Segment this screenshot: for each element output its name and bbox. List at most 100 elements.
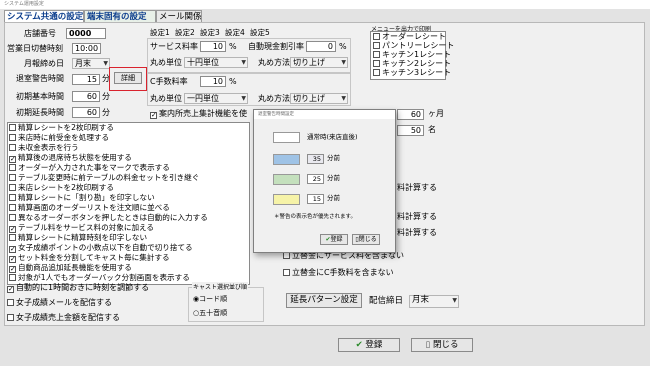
- color-swatch-normal[interactable]: [273, 132, 300, 143]
- chevron-down-icon: ▼: [103, 60, 108, 67]
- option-item[interactable]: 精算画面のオーダーリストを注文順に並べる: [9, 203, 170, 213]
- color-swatch-3[interactable]: [273, 194, 300, 205]
- option-item[interactable]: 来店時に前受金を処理する: [9, 133, 109, 143]
- calc-text-1: 料計算する: [397, 183, 437, 192]
- delivery-select[interactable]: 月末 ▼: [409, 295, 459, 308]
- months-input[interactable]: 60: [397, 109, 424, 120]
- checkbox-box: [373, 60, 380, 67]
- round-unit2-select[interactable]: 一円単位 ▼: [184, 93, 248, 104]
- chevron-down-icon: ▼: [241, 59, 246, 66]
- print-item-label: オーダーレシート: [382, 32, 446, 41]
- people-unit: 名: [428, 125, 436, 134]
- service-input[interactable]: 10: [200, 41, 226, 52]
- store-no-label: 店舗番号: [24, 29, 56, 38]
- checkbox-box: [9, 234, 16, 241]
- register-button[interactable]: ✔ 登録: [338, 338, 400, 352]
- option-item[interactable]: 異なるオーダーボタンを押したときは自動的に入力する: [9, 213, 208, 223]
- dialog-minutes-3[interactable]: 15: [307, 194, 324, 204]
- bottom-option-1[interactable]: ✓ 自動的に1時間おきに時刻を調節する: [7, 283, 149, 293]
- checkbox-box: [373, 51, 380, 58]
- base-unit: 分: [102, 92, 110, 101]
- warn-input[interactable]: 15: [72, 74, 100, 85]
- checkbox-box: [9, 214, 16, 221]
- checkbox-box: [9, 174, 16, 181]
- option-item[interactable]: 来店レシートを2枚印刷する: [9, 183, 114, 193]
- round-method2-select[interactable]: 切り上げ ▼: [290, 93, 348, 104]
- auto-discount-input[interactable]: 0: [306, 41, 336, 52]
- dialog-ok-button[interactable]: ✔登録: [320, 234, 348, 245]
- print-item-kitchen1[interactable]: キッチン1レシート: [373, 50, 451, 59]
- option-item[interactable]: 精算レシートに精算時刻を印字しない: [9, 233, 147, 243]
- option-item[interactable]: 精算レシートを2枚印刷する: [9, 123, 114, 133]
- option-item[interactable]: ✓ 精算後の退席待ち状態を使用する: [9, 153, 132, 163]
- print-item-kitchen3[interactable]: キッチン3レシート: [373, 68, 451, 77]
- dialog-unit-1: 分前: [327, 154, 340, 162]
- months-unit: ヶ月: [428, 109, 444, 118]
- option-item[interactable]: ✓ 女子成績ポイントの小数点以下を自動で切り捨てる: [9, 243, 193, 253]
- base-label: 初期基本時間: [16, 92, 64, 101]
- print-item-kitchen2[interactable]: キッチン2レシート: [373, 59, 451, 68]
- subtab-settings-1[interactable]: 設定1: [150, 27, 170, 38]
- round-method-select[interactable]: 切り上げ ▼: [290, 57, 348, 68]
- print-item-label: キッチン3レシート: [382, 68, 452, 77]
- option-item[interactable]: ✓ セット料金を分割してキャスト毎に集計する: [9, 253, 170, 263]
- cast-order-option-label: コード順: [199, 295, 228, 303]
- dialog-close-label: 閉じる: [358, 236, 377, 243]
- tab-mail[interactable]: メール関係: [156, 10, 202, 22]
- cast-order-kana-radio[interactable]: ○五十音順: [193, 308, 227, 318]
- color-swatch-2[interactable]: [273, 174, 300, 185]
- cast-order-code-radio[interactable]: ◉コード順: [193, 294, 227, 304]
- chevron-down-icon: ▼: [341, 95, 346, 102]
- option-item[interactable]: 精算レシートに「割り勘」を印字しない: [9, 193, 155, 203]
- close-button[interactable]: ▯ 閉じる: [411, 338, 473, 352]
- subtab-settings-2[interactable]: 設定2: [175, 27, 195, 38]
- dialog-note: ＊警告の表示色が優先されます。: [274, 214, 356, 220]
- option-label: 精算後の退席待ち状態を使用する: [18, 153, 132, 162]
- subtab-settings-4[interactable]: 設定4: [225, 27, 245, 38]
- ext-label: 初期延長時間: [16, 108, 64, 117]
- option-label: 未収金表示を行う: [18, 143, 79, 152]
- color-swatch-1[interactable]: [273, 154, 300, 165]
- subtab-settings-3[interactable]: 設定3: [200, 27, 220, 38]
- subtab-settings-5[interactable]: 設定5: [250, 27, 270, 38]
- dialog-close-button[interactable]: ▯閉じる: [352, 234, 380, 245]
- tab-terminal-specific[interactable]: 端末固有の設定: [84, 10, 156, 22]
- option-label: 対象が1人でもオーダーバック分割画面を表示する: [18, 273, 190, 282]
- guide-checkbox[interactable]: ✓ 案内所売上集計機能を使: [150, 109, 247, 119]
- checkbox-box: [373, 33, 380, 40]
- round-method-label: 丸め方法: [258, 58, 290, 67]
- ext-input[interactable]: 60: [72, 107, 100, 118]
- round-unit-select[interactable]: 十円単位 ▼: [184, 57, 248, 68]
- base-input[interactable]: 60: [72, 91, 100, 102]
- checkbox-box: [283, 252, 290, 259]
- c-fee-input[interactable]: 10: [200, 76, 226, 87]
- option-item[interactable]: オーダーが入力された事をマークで表示する: [9, 163, 170, 173]
- option-item[interactable]: ✓ テーブル料をサービス料の対象に加える: [9, 223, 154, 233]
- auto-discount-label: 自動現金割引率: [248, 42, 304, 51]
- checkbox-box: [283, 269, 290, 276]
- option-label: テーブル変更時に前テーブルの料金セットを引き継ぐ: [18, 173, 200, 182]
- option-label: 来店時に前受金を処理する: [18, 133, 110, 142]
- detail-button[interactable]: 詳細: [114, 72, 142, 84]
- ext-unit: 分: [102, 108, 110, 117]
- store-no-input[interactable]: 0000: [66, 28, 106, 39]
- option-item[interactable]: 未収金表示を行う: [9, 143, 79, 153]
- bottom-option-label: 女子成績メールを配信する: [16, 298, 112, 307]
- round-unit-label: 丸め単位: [150, 58, 182, 67]
- option-item[interactable]: 対象が1人でもオーダーバック分割画面を表示する: [9, 273, 190, 283]
- dialog-minutes-1[interactable]: 35: [307, 154, 324, 164]
- option-item[interactable]: ✓ 自動商品追加延長機能を使用する: [9, 263, 132, 273]
- bottom-option-3[interactable]: 女子成績売上金額を配信する: [7, 313, 120, 323]
- print-item-pantry[interactable]: パントリーレシート: [373, 41, 454, 50]
- right-check-2[interactable]: 立替金にC手数料を含まない: [283, 268, 394, 278]
- dialog-minutes-2[interactable]: 25: [307, 174, 324, 184]
- cutoff-input[interactable]: 10:00: [72, 43, 101, 54]
- delivery-value: 月末: [412, 295, 430, 305]
- print-item-order[interactable]: オーダーレシート: [373, 32, 446, 41]
- people-input[interactable]: 50: [397, 125, 424, 136]
- bottom-option-2[interactable]: 女子成績メールを配信する: [7, 298, 112, 308]
- option-item[interactable]: テーブル変更時に前テーブルの料金セットを引き継ぐ: [9, 173, 199, 183]
- closing-select[interactable]: 月末 ▼: [72, 58, 110, 69]
- extension-pattern-button[interactable]: 延長パターン設定: [286, 293, 362, 308]
- tab-system-common[interactable]: システム共通の設定: [4, 10, 84, 22]
